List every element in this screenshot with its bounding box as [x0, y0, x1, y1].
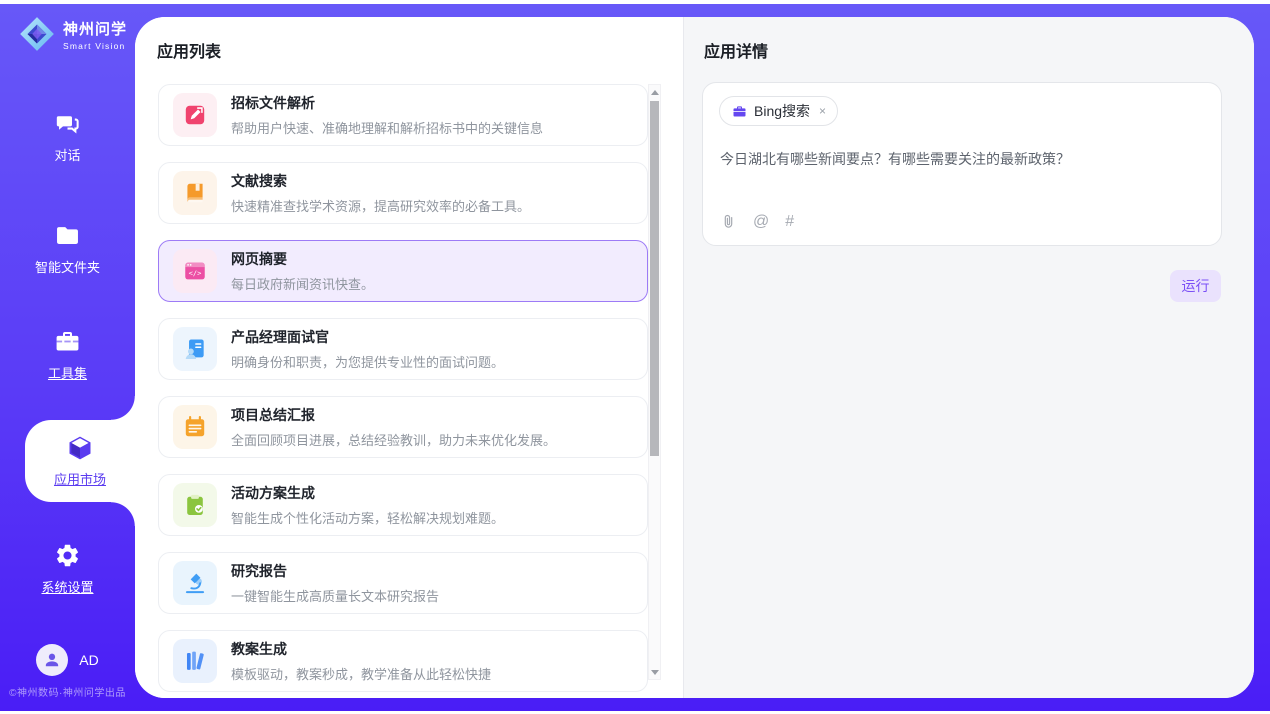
app-card-8[interactable]: 教案生成 模板驱动，教案秒成，教学准备从此轻松快捷 — [158, 630, 648, 692]
sidebar-item-label: 系统设置 — [41, 577, 93, 596]
prompt-card: Bing搜索 × 今日湖北有哪些新闻要点？有哪些需要关注的最新政策？ @ # — [702, 82, 1222, 246]
sidebar-item-toolset[interactable]: 工具集 — [0, 328, 135, 382]
svg-text:</>: </> — [189, 269, 202, 278]
user-initials: AD — [79, 652, 98, 668]
app-card-description: 快速精准查找学术资源，提高研究效率的必备工具。 — [231, 196, 530, 215]
briefcase-icon — [732, 104, 747, 119]
cube-icon — [66, 434, 94, 462]
person-icon — [42, 650, 62, 670]
app-frame: 神州问学 Smart Vision 对话 智能文件夹 工具 — [0, 4, 1270, 711]
paperclip-icon[interactable] — [720, 213, 737, 230]
sidebar-item-label: 应用市场 — [54, 469, 106, 488]
user-account[interactable]: AD — [0, 644, 135, 676]
app-card-5[interactable]: 项目总结汇报 全面回顾项目进展，总结经验教训，助力未来优化发展。 — [158, 396, 648, 458]
interview-icon — [173, 327, 217, 371]
brand-subtitle: Smart Vision — [63, 41, 127, 51]
app-card-list: 招标文件解析 帮助用户快速、准确地理解和解析招标书中的关键信息 文献搜索 快速精… — [158, 84, 648, 698]
copyright-note: ©神州数码·神州问学出品 — [0, 684, 135, 699]
app-list-title: 应用列表 — [157, 38, 221, 62]
active-tab-bottom-curve — [111, 502, 135, 526]
sidebar-item-label: 工具集 — [48, 363, 87, 382]
app-card-title: 活动方案生成 — [231, 483, 504, 503]
hash-icon[interactable]: # — [785, 214, 794, 230]
app-detail-panel: 应用详情 Bing搜索 × 今日湖北有哪些新闻要点？有哪些需要关注的最新政策？ … — [684, 17, 1254, 698]
app-card-description: 全面回顾项目进展，总结经验教训，助力未来优化发展。 — [231, 430, 556, 449]
app-card-1[interactable]: 招标文件解析 帮助用户快速、准确地理解和解析招标书中的关键信息 — [158, 84, 648, 146]
app-card-3[interactable]: </> 网页摘要 每日政府新闻资讯快查。 — [158, 240, 648, 302]
app-card-description: 每日政府新闻资讯快查。 — [231, 274, 374, 293]
sidebar-item-settings[interactable]: 系统设置 — [0, 542, 135, 596]
app-card-7[interactable]: 研究报告 一键智能生成高质量长文本研究报告 — [158, 552, 648, 614]
scrollbar-thumb[interactable] — [650, 101, 659, 456]
at-icon[interactable]: @ — [753, 214, 769, 230]
app-card-description: 一键智能生成高质量长文本研究报告 — [231, 586, 439, 605]
scroll-down-arrow-icon[interactable] — [649, 665, 660, 679]
active-tab-top-curve — [111, 396, 135, 420]
app-card-title: 产品经理面试官 — [231, 327, 504, 347]
brand-name: 神州问学 — [63, 18, 127, 39]
books-icon — [173, 639, 217, 683]
app-card-description: 智能生成个性化活动方案，轻松解决规划难题。 — [231, 508, 504, 527]
microscope-icon — [173, 561, 217, 605]
edit-doc-icon — [173, 93, 217, 137]
app-card-4[interactable]: 产品经理面试官 明确身份和职责，为您提供专业性的面试问题。 — [158, 318, 648, 380]
logo: 神州问学 Smart Vision — [18, 15, 127, 53]
toolbox-icon — [54, 328, 81, 355]
book-icon — [173, 171, 217, 215]
app-card-description: 帮助用户快速、准确地理解和解析招标书中的关键信息 — [231, 118, 543, 137]
app-card-title: 教案生成 — [231, 639, 491, 659]
sidebar-item-label: 智能文件夹 — [35, 257, 100, 276]
prompt-text[interactable]: 今日湖北有哪些新闻要点？有哪些需要关注的最新政策？ — [720, 149, 1205, 169]
main-content: 应用列表 招标文件解析 帮助用户快速、准确地理解和解析招标书中的关键信息 文献搜… — [135, 17, 1254, 698]
brand-diamond-icon — [18, 15, 56, 53]
browser-code-icon: </> — [173, 249, 217, 293]
app-card-title: 网页摘要 — [231, 249, 374, 269]
app-card-6[interactable]: 活动方案生成 智能生成个性化活动方案，轻松解决规划难题。 — [158, 474, 648, 536]
app-card-title: 项目总结汇报 — [231, 405, 556, 425]
gear-icon — [54, 542, 81, 569]
prompt-toolbar: @ # — [720, 213, 794, 230]
app-card-title: 文献搜索 — [231, 171, 530, 191]
app-card-description: 模板驱动，教案秒成，教学准备从此轻松快捷 — [231, 664, 491, 683]
chat-icon — [54, 110, 81, 137]
calendar-icon — [173, 405, 217, 449]
folder-icon — [54, 222, 81, 249]
chip-close-icon[interactable]: × — [819, 104, 826, 118]
app-list-panel: 应用列表 招标文件解析 帮助用户快速、准确地理解和解析招标书中的关键信息 文献搜… — [135, 17, 683, 698]
clipboard-check-icon — [173, 483, 217, 527]
sidebar-item-label: 对话 — [54, 145, 80, 164]
app-detail-title: 应用详情 — [704, 38, 768, 62]
app-card-description: 明确身份和职责，为您提供专业性的面试问题。 — [231, 352, 504, 371]
scroll-up-arrow-icon[interactable] — [649, 85, 660, 99]
avatar — [36, 644, 68, 676]
chip-label: Bing搜索 — [754, 101, 810, 121]
app-card-2[interactable]: 文献搜索 快速精准查找学术资源，提高研究效率的必备工具。 — [158, 162, 648, 224]
app-list-scrollbar[interactable] — [648, 84, 661, 680]
run-button[interactable]: 运行 — [1170, 270, 1221, 302]
sidebar-item-app-market[interactable]: 应用市场 — [25, 420, 135, 502]
sidebar-item-smart-folder[interactable]: 智能文件夹 — [0, 222, 135, 276]
sidebar-item-chat[interactable]: 对话 — [0, 110, 135, 164]
app-card-title: 研究报告 — [231, 561, 439, 581]
tool-chip-bing-search[interactable]: Bing搜索 × — [719, 96, 838, 126]
app-card-title: 招标文件解析 — [231, 93, 543, 113]
